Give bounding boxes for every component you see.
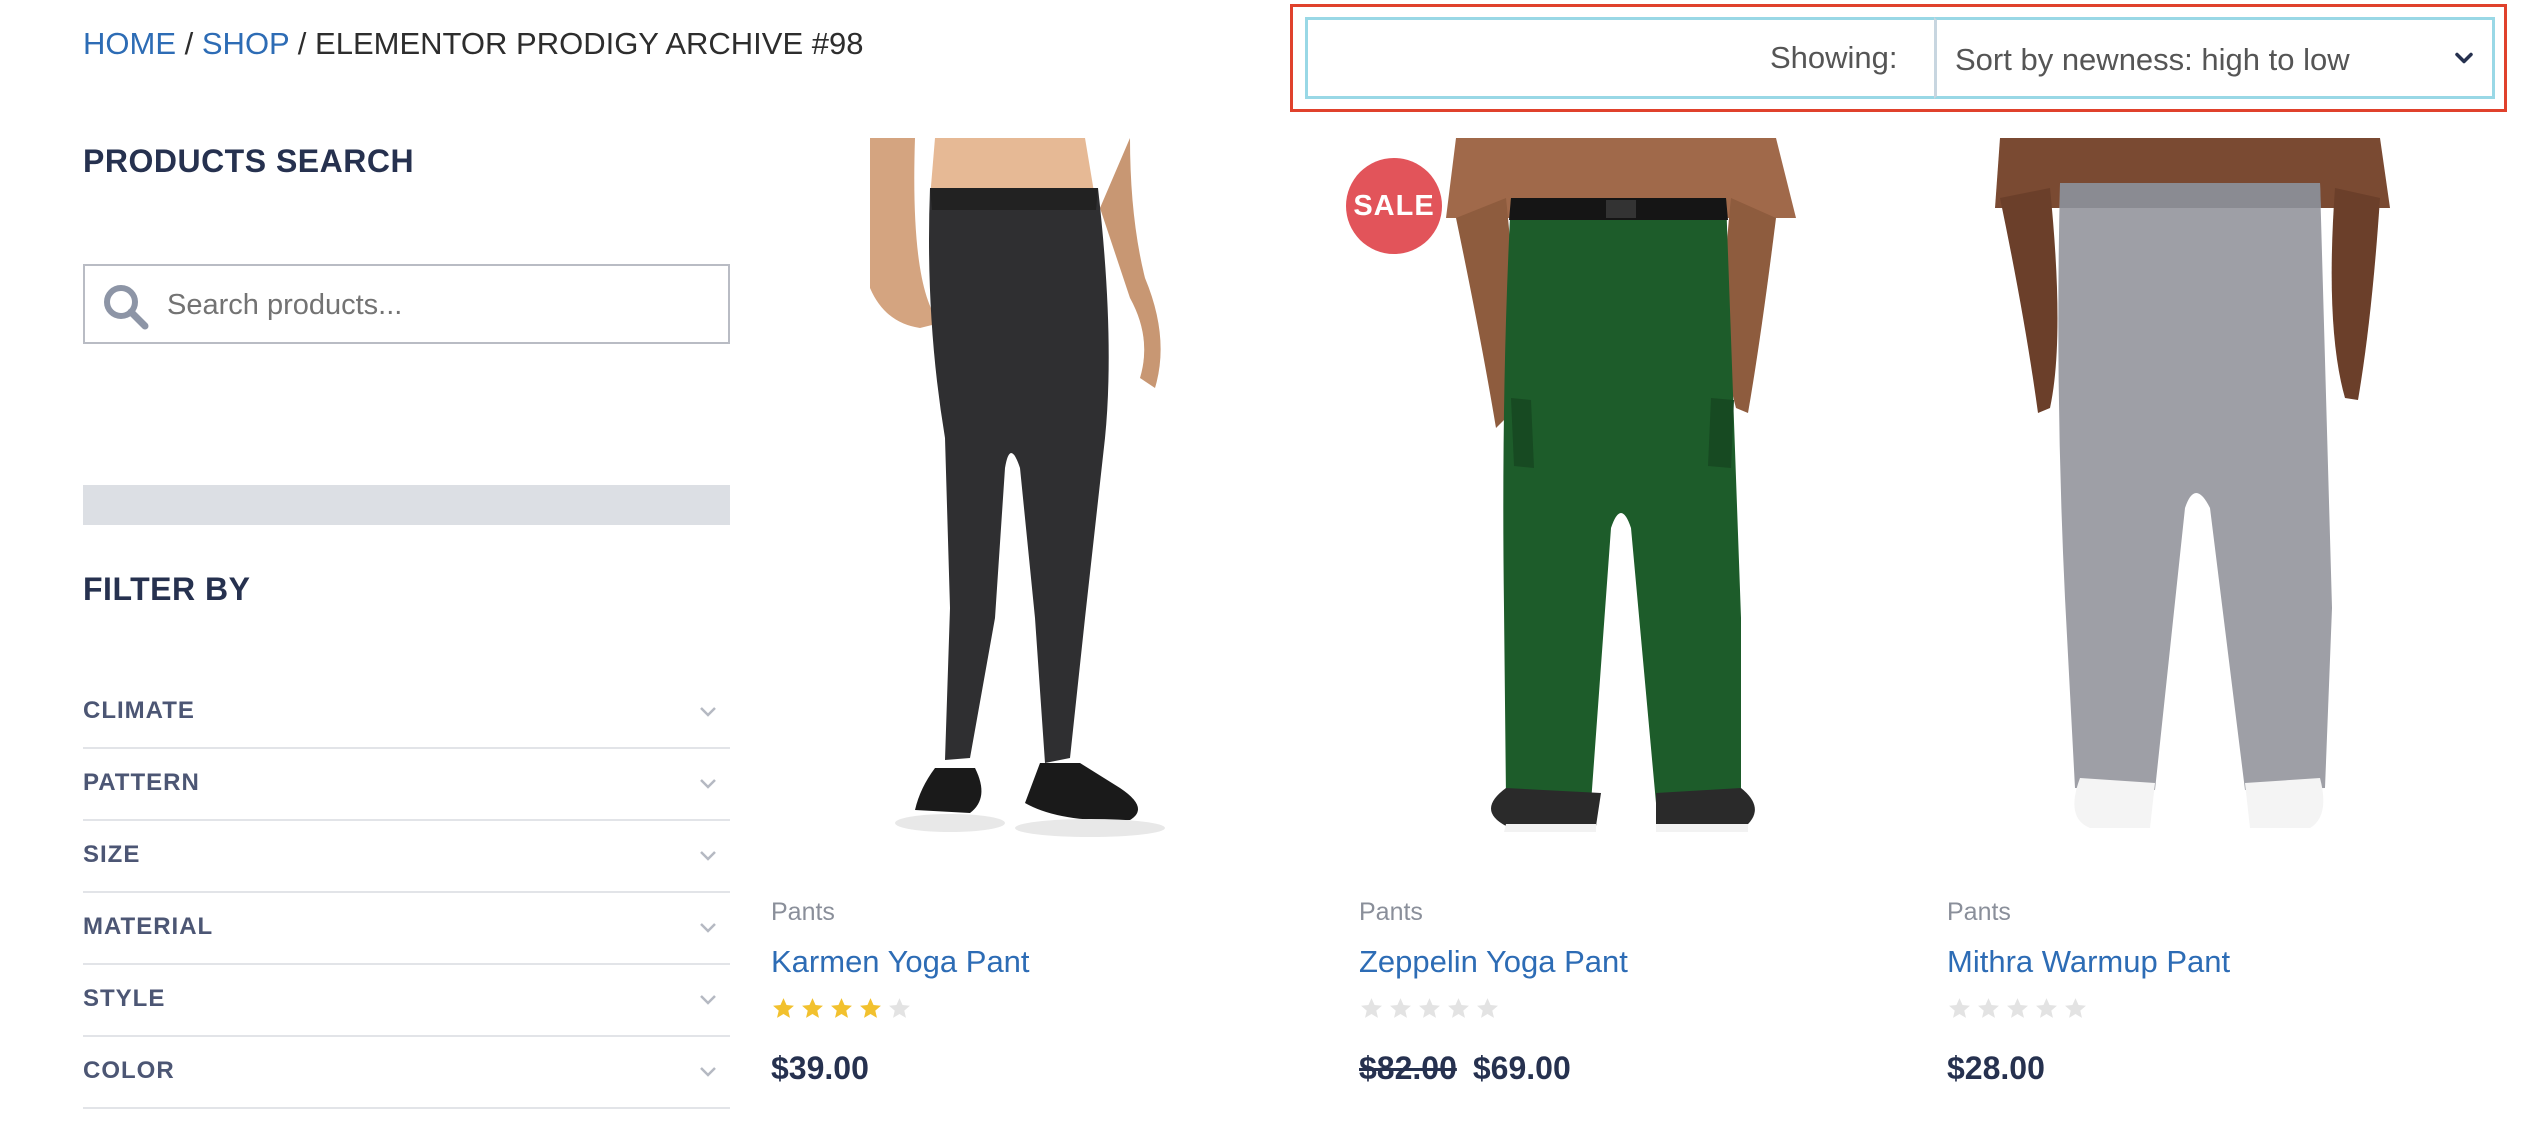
star-empty-icon bbox=[1361, 998, 1382, 1018]
breadcrumb-shop-link[interactable]: SHOP bbox=[202, 26, 289, 61]
filter-style[interactable]: STYLE bbox=[83, 965, 730, 1037]
filter-color[interactable]: COLOR bbox=[83, 1037, 730, 1109]
breadcrumb-current: ELEMENTOR PRODIGY ARCHIVE #98 bbox=[315, 26, 864, 61]
sort-select-value: Sort by newness: high to low bbox=[1955, 42, 2350, 77]
breadcrumb-separator: / bbox=[184, 26, 194, 61]
star-filled-icon bbox=[860, 998, 881, 1018]
chevron-down-icon bbox=[700, 851, 716, 861]
star-filled-icon bbox=[773, 998, 794, 1018]
showing-label: Showing: bbox=[1770, 40, 1898, 75]
original-price: $82.00 bbox=[1359, 1050, 1457, 1086]
star-empty-icon bbox=[1390, 998, 1411, 1018]
chevron-down-icon bbox=[700, 707, 716, 717]
current-price: $28.00 bbox=[1947, 1050, 2045, 1086]
product-title[interactable]: Karmen Yoga Pant bbox=[771, 944, 1030, 980]
filter-label: STYLE bbox=[83, 985, 166, 1012]
current-price: $39.00 bbox=[771, 1050, 869, 1086]
star-empty-icon bbox=[1949, 998, 1970, 1018]
filter-label: MATERIAL bbox=[83, 913, 214, 940]
products-search-title: PRODUCTS SEARCH bbox=[83, 143, 415, 179]
search-input[interactable] bbox=[165, 278, 709, 332]
filter-size[interactable]: SIZE bbox=[83, 821, 730, 893]
product-title[interactable]: Mithra Warmup Pant bbox=[1947, 944, 2230, 980]
chevron-down-icon bbox=[700, 923, 716, 933]
product-price: $82.00 $69.00 bbox=[1359, 1050, 1571, 1087]
chevron-down-icon bbox=[700, 779, 716, 789]
star-empty-icon bbox=[2036, 998, 2057, 1018]
star-empty-icon bbox=[2065, 998, 2086, 1018]
chevron-down-icon bbox=[2455, 52, 2473, 64]
star-empty-icon bbox=[2007, 998, 2028, 1018]
product-image[interactable] bbox=[1980, 138, 2400, 858]
current-price: $69.00 bbox=[1472, 1050, 1571, 1086]
product-image[interactable] bbox=[1356, 138, 1896, 858]
product-category[interactable]: Pants bbox=[1359, 898, 1423, 927]
filter-label: SIZE bbox=[83, 841, 141, 868]
rating-stars bbox=[1359, 996, 1500, 1021]
search-icon[interactable] bbox=[101, 282, 151, 332]
sidebar-divider-bar bbox=[83, 485, 730, 525]
star-filled-icon bbox=[802, 998, 823, 1018]
filter-climate[interactable]: CLIMATE bbox=[83, 677, 730, 749]
sale-badge: SALE bbox=[1346, 158, 1442, 254]
star-empty-icon bbox=[1419, 998, 1440, 1018]
breadcrumb-home-link[interactable]: HOME bbox=[83, 26, 176, 61]
star-empty-icon bbox=[1448, 998, 1469, 1018]
star-empty-icon bbox=[889, 998, 910, 1018]
filter-pattern[interactable]: PATTERN bbox=[83, 749, 730, 821]
rating-stars bbox=[1947, 996, 2088, 1021]
star-empty-icon bbox=[1978, 998, 1999, 1018]
product-category[interactable]: Pants bbox=[1947, 898, 2011, 927]
product-price: $39.00 bbox=[771, 1050, 869, 1087]
product-image[interactable] bbox=[830, 138, 1250, 858]
breadcrumb-separator: / bbox=[297, 26, 307, 61]
filter-by-title: FILTER BY bbox=[83, 571, 251, 607]
filter-label: PATTERN bbox=[83, 769, 200, 796]
search-box bbox=[83, 264, 730, 344]
star-filled-icon bbox=[831, 998, 852, 1018]
product-category[interactable]: Pants bbox=[771, 898, 835, 927]
filter-label: COLOR bbox=[83, 1057, 175, 1084]
product-title[interactable]: Zeppelin Yoga Pant bbox=[1359, 944, 1628, 980]
chevron-down-icon bbox=[700, 995, 716, 1005]
product-price: $28.00 bbox=[1947, 1050, 2045, 1087]
sort-select[interactable]: Sort by newness: high to low bbox=[1934, 17, 2495, 99]
star-empty-icon bbox=[1477, 998, 1498, 1018]
rating-stars bbox=[771, 996, 912, 1021]
breadcrumb: HOME / SHOP / ELEMENTOR PRODIGY ARCHIVE … bbox=[83, 26, 863, 62]
chevron-down-icon bbox=[700, 1067, 716, 1077]
filter-material[interactable]: MATERIAL bbox=[83, 893, 730, 965]
filter-label: CLIMATE bbox=[83, 697, 195, 724]
